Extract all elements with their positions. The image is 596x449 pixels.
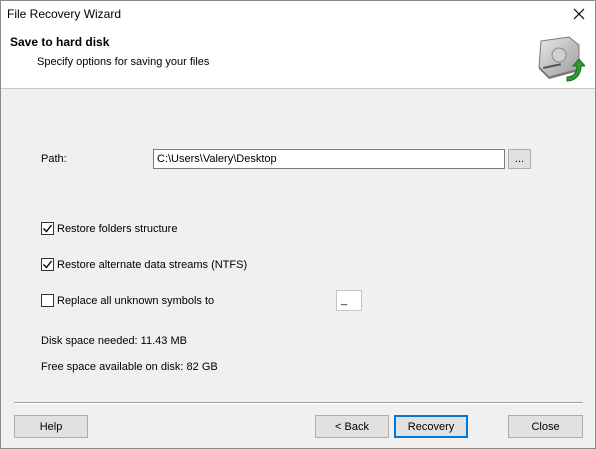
wizard-header: Save to hard disk Specify options for sa…: [1, 27, 595, 89]
window-title: File Recovery Wizard: [7, 7, 122, 21]
replace-symbols-option[interactable]: Replace all unknown symbols to: [41, 294, 214, 307]
close-icon: [573, 8, 585, 20]
replace-symbols-label: Replace all unknown symbols to: [57, 294, 215, 307]
checkmark-icon: [43, 224, 53, 233]
free-space-available: Free space available on disk: 82 GB: [41, 361, 218, 373]
recovery-button[interactable]: Recovery: [394, 415, 468, 438]
restore-folders-label: Restore folders structure: [57, 222, 178, 235]
hard-disk-save-icon: [538, 36, 585, 82]
restore-streams-checkbox[interactable]: [41, 258, 54, 271]
file-recovery-wizard-window: File Recovery Wizard Save to hard disk S…: [0, 0, 596, 449]
checkmark-icon: [43, 260, 53, 269]
disk-space-needed: Disk space needed: 11.43 MB: [41, 335, 187, 347]
restore-folders-option[interactable]: Restore folders structure: [41, 222, 177, 235]
browse-button[interactable]: ...: [508, 149, 531, 169]
path-label: Path:: [41, 153, 67, 165]
close-window-button[interactable]: [563, 1, 595, 27]
footer-divider: [14, 402, 583, 404]
close-button[interactable]: Close: [508, 415, 583, 438]
replacement-symbol-input[interactable]: _: [336, 290, 362, 311]
restore-folders-checkbox[interactable]: [41, 222, 54, 235]
page-subtitle: Specify options for saving your files: [37, 56, 210, 68]
title-bar: File Recovery Wizard: [1, 1, 595, 27]
replace-symbols-checkbox[interactable]: [41, 294, 54, 307]
help-button[interactable]: Help: [14, 415, 88, 438]
back-button[interactable]: < Back: [315, 415, 389, 438]
page-title: Save to hard disk: [10, 35, 110, 49]
path-input[interactable]: C:\Users\Valery\Desktop: [153, 149, 505, 169]
restore-streams-label: Restore alternate data streams (NTFS): [57, 258, 248, 271]
restore-streams-option[interactable]: Restore alternate data streams (NTFS): [41, 258, 247, 271]
